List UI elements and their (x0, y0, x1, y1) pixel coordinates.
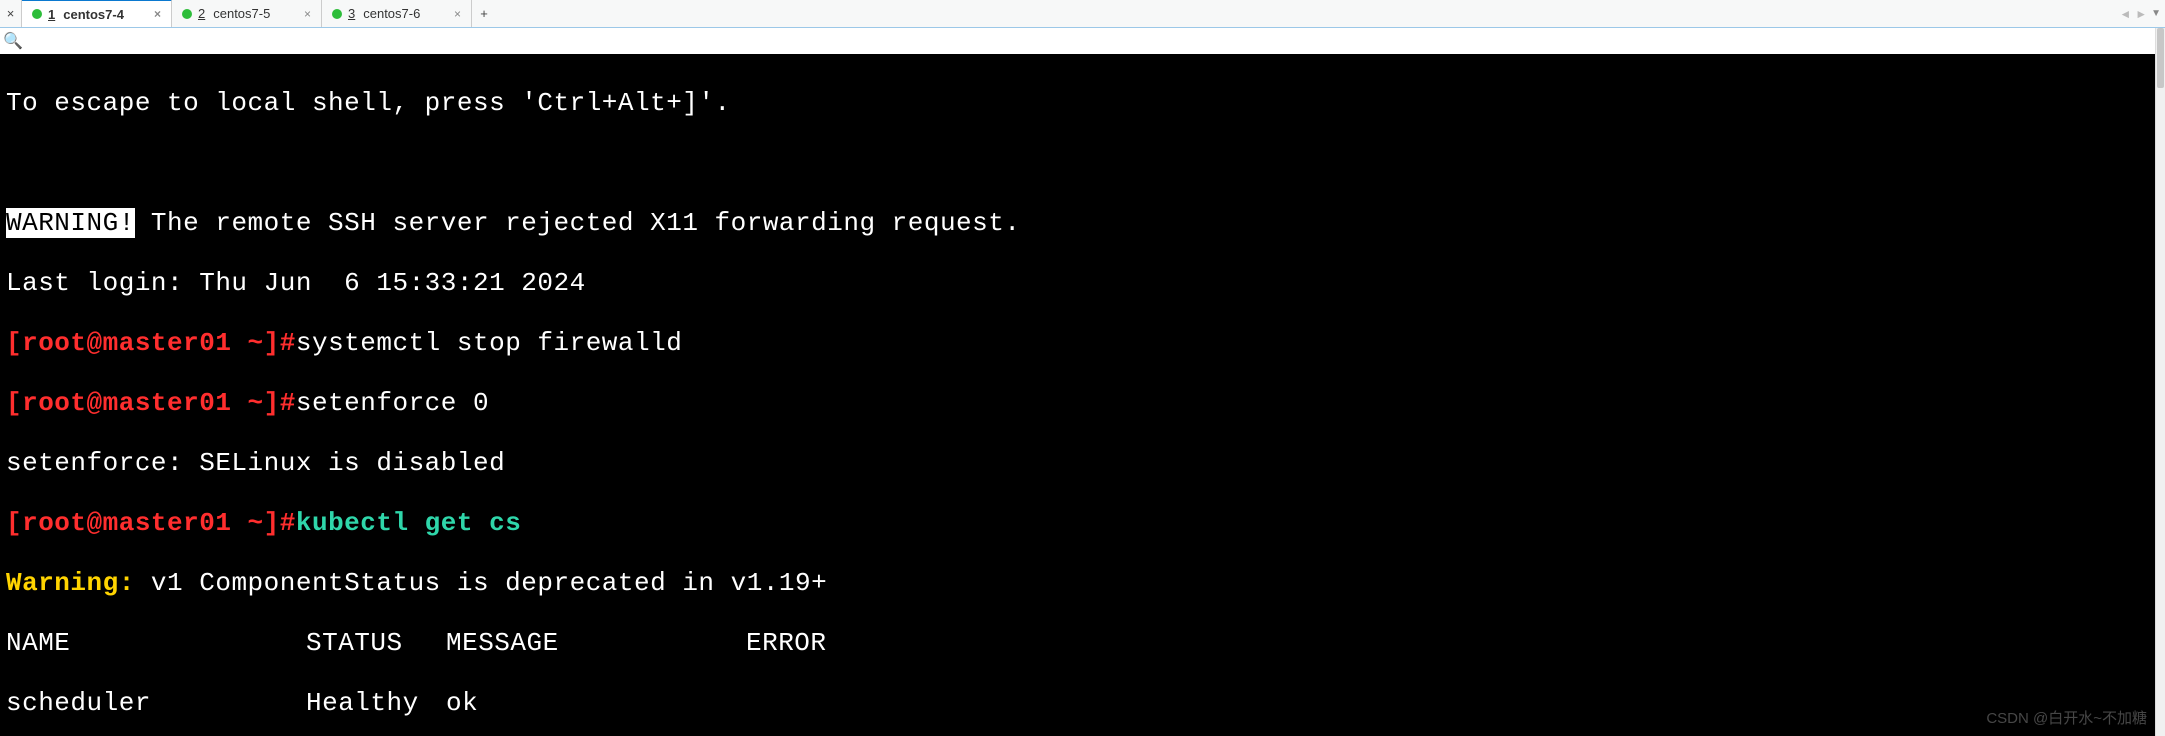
command-text: setenforce 0 (296, 388, 489, 418)
tab-bar: × 1 centos7-4 × 2 centos7-5 × 3 centos7-… (0, 0, 2165, 28)
close-icon[interactable]: × (0, 0, 22, 27)
tab-label: centos7-4 (63, 7, 124, 22)
tab-next-icon[interactable]: ► (2135, 7, 2147, 21)
tab-label: centos7-6 (363, 6, 420, 21)
tab-index: 1 (48, 7, 55, 22)
status-dot-icon (182, 9, 192, 19)
cell: ok (446, 688, 746, 718)
terminal-line: To escape to local shell, press 'Ctrl+Al… (6, 88, 2159, 118)
tab-close-icon[interactable]: × (154, 7, 161, 21)
terminal[interactable]: To escape to local shell, press 'Ctrl+Al… (0, 54, 2165, 736)
warning-text: The remote SSH server rejected X11 forwa… (135, 208, 1021, 238)
tab-prev-icon[interactable]: ◄ (2119, 7, 2131, 21)
scrollbar-thumb[interactable] (2157, 28, 2164, 88)
prompt: [root@master01 ~]# (6, 388, 296, 418)
command-text: systemctl stop firewalld (296, 328, 682, 358)
toolbar: 🔍 (0, 28, 2165, 54)
tab-index: 3 (348, 6, 355, 21)
status-dot-icon (332, 9, 342, 19)
search-icon[interactable]: 🔍 (0, 31, 26, 51)
terminal-line: [root@master01 ~]#setenforce 0 (6, 388, 2159, 418)
terminal-line (6, 148, 2159, 178)
col-error: ERROR (746, 628, 886, 658)
tab-label: centos7-5 (213, 6, 270, 21)
warning-label: Warning: (6, 568, 135, 598)
tab-index: 2 (198, 6, 205, 21)
tab-centos7-6[interactable]: 3 centos7-6 × (322, 0, 472, 27)
terminal-line: [root@master01 ~]#systemctl stop firewal… (6, 328, 2159, 358)
table-row: schedulerHealthyok (6, 688, 2159, 718)
status-dot-icon (32, 9, 42, 19)
tab-nav: ◄ ► ▼ (2119, 0, 2165, 27)
tab-close-icon[interactable]: × (454, 7, 461, 21)
tab-dropdown-icon[interactable]: ▼ (2151, 8, 2161, 19)
terminal-line: Warning: v1 ComponentStatus is deprecate… (6, 568, 2159, 598)
add-tab-button[interactable]: + (472, 0, 496, 27)
col-status: STATUS (306, 628, 446, 658)
tab-centos7-4[interactable]: 1 centos7-4 × (22, 0, 172, 27)
terminal-line: Last login: Thu Jun 6 15:33:21 2024 (6, 268, 2159, 298)
cell: scheduler (6, 688, 306, 718)
vertical-scrollbar[interactable] (2155, 28, 2165, 736)
tab-centos7-5[interactable]: 2 centos7-5 × (172, 0, 322, 27)
terminal-line: WARNING! The remote SSH server rejected … (6, 208, 2159, 238)
terminal-line: setenforce: SELinux is disabled (6, 448, 2159, 478)
cell: Healthy (306, 688, 446, 718)
terminal-line: [root@master01 ~]#kubectl get cs (6, 508, 2159, 538)
col-name: NAME (6, 628, 306, 658)
prompt: [root@master01 ~]# (6, 508, 296, 538)
warning-text: v1 ComponentStatus is deprecated in v1.1… (135, 568, 827, 598)
warning-badge: WARNING! (6, 208, 135, 238)
command-text: kubectl get cs (296, 508, 521, 538)
col-message: MESSAGE (446, 628, 746, 658)
tab-close-icon[interactable]: × (304, 7, 311, 21)
prompt: [root@master01 ~]# (6, 328, 296, 358)
cs-table-header: NAMESTATUSMESSAGEERROR (6, 628, 2159, 658)
